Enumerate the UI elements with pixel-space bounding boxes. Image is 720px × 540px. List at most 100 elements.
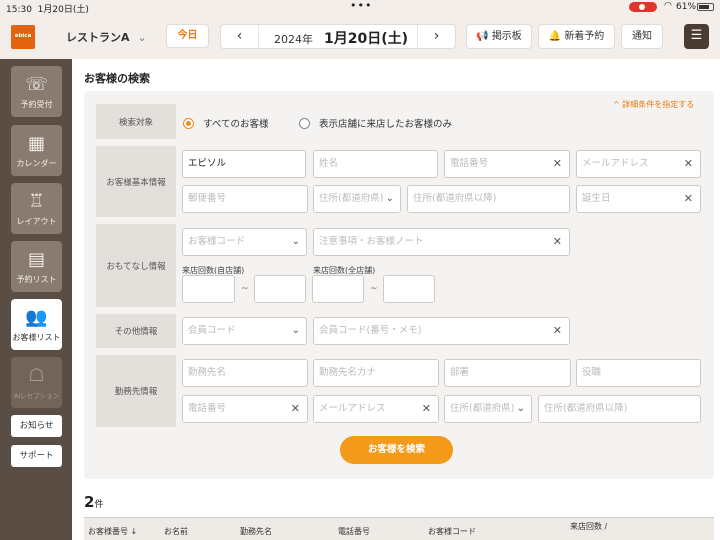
- prev-day-button[interactable]: ‹: [221, 25, 259, 48]
- clear-icon[interactable]: ✕: [422, 396, 431, 422]
- member-code-select[interactable]: 会員コード ⌄: [182, 317, 307, 345]
- search-customers-button[interactable]: お客様を検索: [340, 436, 453, 464]
- sidebar-item-calendar[interactable]: ▦ カレンダー: [11, 125, 62, 176]
- current-year: 2024年: [274, 33, 313, 46]
- column-header-visits[interactable]: 来店回数 /: [570, 521, 607, 532]
- date-navigator: ‹ 2024年 1月20日(土) ›: [220, 24, 456, 49]
- clear-icon[interactable]: ✕: [291, 396, 300, 422]
- multitask-dots[interactable]: •••: [350, 0, 372, 12]
- megaphone-icon: 📢: [476, 31, 489, 42]
- phone-field[interactable]: 電話番号 ✕: [444, 150, 570, 178]
- label-hospitality-info: おもてなし情報: [96, 224, 176, 307]
- radio-all-customers[interactable]: すべてのお客様: [183, 116, 268, 130]
- current-date[interactable]: 1月20日(土): [324, 28, 408, 48]
- info-button[interactable]: お知らせ: [11, 415, 62, 437]
- member-code-placeholder: 会員コード: [188, 325, 236, 336]
- wifi-icon: ◠: [664, 1, 672, 11]
- email-placeholder: メールアドレス: [582, 158, 649, 169]
- result-count-unit: 件: [94, 500, 104, 510]
- chevron-down-icon: ⌄: [291, 325, 300, 336]
- next-day-button[interactable]: ›: [417, 25, 455, 48]
- clear-icon[interactable]: ✕: [553, 151, 562, 177]
- visits-self-min[interactable]: [182, 275, 235, 303]
- work-email-field[interactable]: メールアドレス ✕: [313, 395, 439, 423]
- company-field[interactable]: 勤務先名: [182, 359, 308, 387]
- app-logo: ebica: [11, 25, 35, 49]
- board-button[interactable]: 📢 掲示板: [466, 24, 532, 49]
- chevron-down-icon: ⌄: [291, 236, 300, 247]
- restaurant-selector[interactable]: レストランA ⌄: [66, 29, 147, 45]
- work-address-field[interactable]: 住所(都道府県以降): [538, 395, 701, 423]
- status-bar: 15:30 1月20日(土) ••• ◠ 61%: [0, 0, 720, 15]
- today-button[interactable]: 今日: [166, 24, 209, 48]
- work-prefecture-select[interactable]: 住所(都道府県) ⌄: [444, 395, 532, 423]
- new-reservations-label: 新着予約: [564, 31, 605, 42]
- job-title-field[interactable]: 役職: [576, 359, 701, 387]
- customer-note-placeholder: 注意事項・お客様ノート: [319, 236, 424, 247]
- restaurant-name: レストランA: [66, 31, 130, 44]
- clear-icon[interactable]: ✕: [553, 229, 562, 255]
- radio-label: すべてのお客様: [203, 119, 269, 130]
- phone-icon: ☏: [25, 74, 48, 95]
- table-chairs-icon: ♖: [28, 191, 45, 212]
- chevron-down-icon: ⌄: [137, 31, 147, 44]
- prefecture-select[interactable]: 住所(都道府県) ⌄: [313, 185, 401, 213]
- range-separator: ~: [241, 284, 249, 294]
- sidebar-item-layout[interactable]: ♖ レイアウト: [11, 183, 62, 234]
- work-phone-field[interactable]: 電話番号 ✕: [182, 395, 308, 423]
- menu-icon[interactable]: ☰: [684, 24, 709, 49]
- support-button[interactable]: サポート: [11, 445, 62, 467]
- screen-record-icon: [629, 2, 657, 12]
- label-other-info: その他情報: [96, 314, 176, 348]
- advanced-conditions-link[interactable]: ^ 詳細条件を指定する: [613, 99, 694, 110]
- column-header-phone[interactable]: 電話番号: [338, 526, 370, 537]
- label-target: 検索対象: [96, 104, 176, 139]
- sidebar: ☏ 予約受付 ▦ カレンダー ♖ レイアウト ▤ 予約リスト 👥 お客様リスト ☖ AIレセ…: [0, 59, 72, 540]
- visits-all-max[interactable]: [383, 275, 435, 303]
- sidebar-item-reservation-list[interactable]: ▤ 予約リスト: [11, 241, 62, 292]
- work-prefecture-placeholder: 住所(都道府県): [450, 403, 515, 414]
- customer-code-select[interactable]: お客様コード ⌄: [182, 228, 307, 256]
- battery-percent: 61%: [676, 2, 697, 12]
- book-icon: ▤: [27, 249, 45, 270]
- sidebar-item-ai-reception[interactable]: ☖ AIレセプション: [11, 357, 62, 408]
- column-header-company[interactable]: 勤務先名: [240, 526, 272, 537]
- surname-field[interactable]: エビソル: [182, 150, 306, 178]
- sidebar-item-label: 予約受付: [20, 100, 53, 109]
- company-kana-field[interactable]: 勤務先名カナ: [313, 359, 439, 387]
- customer-code-placeholder: お客様コード: [188, 236, 246, 247]
- postal-code-field[interactable]: 郵便番号: [182, 185, 308, 213]
- name-field[interactable]: 姓名: [313, 150, 438, 178]
- customer-note-field[interactable]: 注意事項・お客様ノート ✕: [313, 228, 570, 256]
- column-header-customer-code[interactable]: お客様コード: [428, 526, 476, 537]
- department-field[interactable]: 部署: [444, 359, 571, 387]
- column-header-name[interactable]: お名前: [164, 526, 188, 537]
- visits-all-min[interactable]: [312, 275, 364, 303]
- sidebar-item-customer-list[interactable]: 👥 お客様リスト: [11, 299, 62, 350]
- notice-button[interactable]: 通知: [621, 24, 663, 49]
- radio-visited-only[interactable]: 表示店舗に来店したお客様のみ: [299, 116, 452, 130]
- ai-reception-icon: ☖: [28, 365, 45, 386]
- range-separator: ~: [370, 284, 378, 294]
- email-field[interactable]: メールアドレス ✕: [576, 150, 701, 178]
- label-basic-info: お客様基本情報: [96, 146, 176, 217]
- visits-self-max[interactable]: [254, 275, 306, 303]
- clear-icon[interactable]: ✕: [553, 318, 562, 344]
- work-email-placeholder: メールアドレス: [319, 403, 386, 414]
- sidebar-item-label: カレンダー: [16, 159, 57, 168]
- clear-icon[interactable]: ✕: [684, 186, 693, 212]
- clear-icon[interactable]: ✕: [684, 151, 693, 177]
- board-label: 掲示板: [491, 31, 522, 42]
- member-code-note-field[interactable]: 会員コード(番号・メモ) ✕: [313, 317, 570, 345]
- radio-label: 表示店舗に来店したお客様のみ: [319, 119, 453, 130]
- sidebar-item-label: お客様リスト: [12, 333, 61, 342]
- new-reservations-button[interactable]: 🔔 新着予約: [538, 24, 615, 49]
- sidebar-item-reception[interactable]: ☏ 予約受付: [11, 66, 62, 117]
- page-title: お客様の検索: [84, 72, 150, 85]
- phone-placeholder: 電話番号: [450, 158, 489, 169]
- address-field[interactable]: 住所(都道府県以降): [407, 185, 570, 213]
- column-header-customer-no[interactable]: お客様番号 ↓: [88, 526, 137, 537]
- main-content: お客様の検索 ^ 詳細条件を指定する 検索対象 お客様基本情報 おもてなし情報 …: [72, 59, 720, 540]
- birthday-field[interactable]: 誕生日 ✕: [576, 185, 701, 213]
- calendar-icon: ▦: [27, 133, 45, 154]
